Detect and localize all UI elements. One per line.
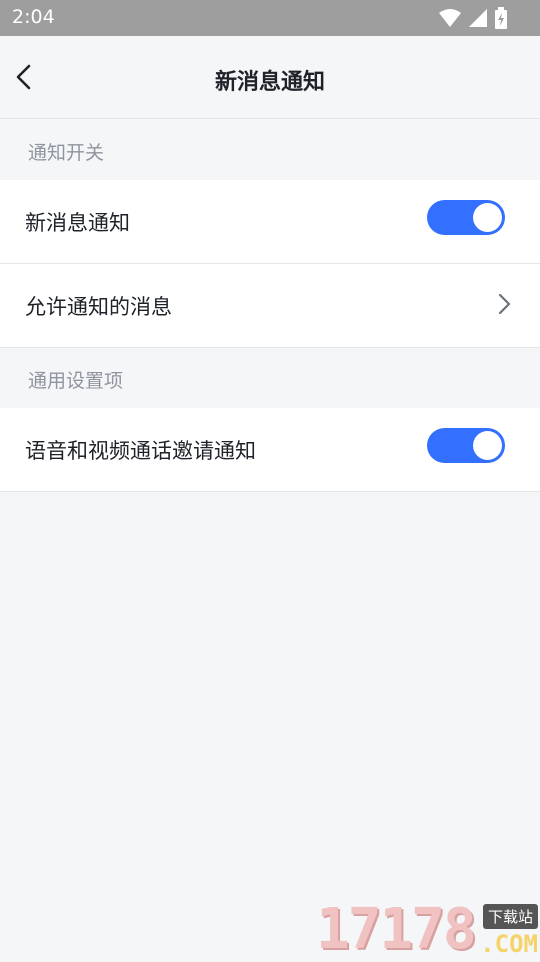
watermark-number: 17178 [316,897,477,962]
status-time: 2:04 [12,6,55,28]
section-header-notification-switch: 通知开关 [28,142,105,164]
battery-icon [495,7,507,29]
status-icons [438,7,508,29]
watermark-logo: 17178 下载站 .COM [316,900,540,960]
setting-label: 语音和视频通话邀请通知 [25,439,256,463]
watermark-tag: 下载站 [482,904,538,929]
setting-label: 允许通知的消息 [25,295,172,319]
new-message-notification-toggle[interactable] [427,200,505,235]
nav-bar: 新消息通知 [0,36,540,119]
setting-row-allowed-messages[interactable]: 允许通知的消息 [0,264,540,348]
call-invite-notification-toggle[interactable] [427,428,505,463]
toggle-knob [473,203,502,232]
signal-icon [469,9,487,27]
wifi-icon [439,9,461,27]
section-header-general-settings: 通用设置项 [28,370,124,392]
page-title: 新消息通知 [214,70,325,95]
watermark-domain: .COM [480,930,538,958]
setting-label: 新消息通知 [25,211,130,235]
chevron-right-icon [498,293,511,315]
toggle-knob [473,431,502,460]
setting-row-new-message-notification[interactable]: 新消息通知 [0,180,540,264]
status-bar: 2:04 [0,0,540,36]
setting-row-call-invite-notification[interactable]: 语音和视频通话邀请通知 [0,408,540,492]
